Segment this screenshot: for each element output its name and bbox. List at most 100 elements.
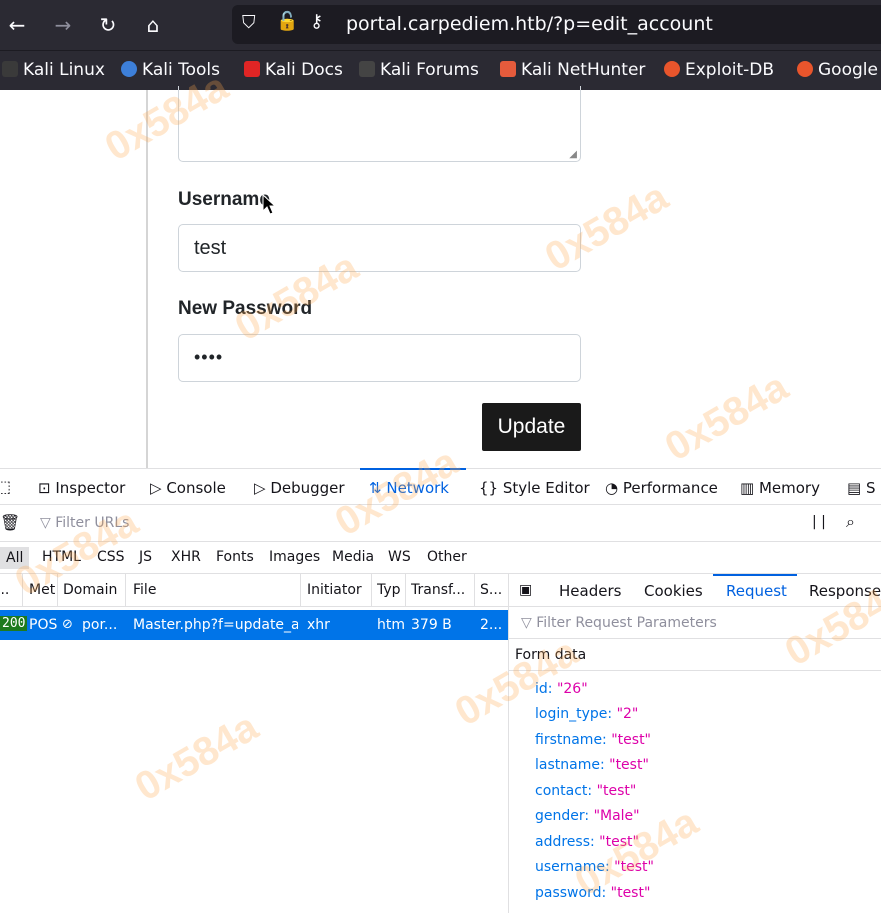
request-transferred: 379 B [411,617,452,633]
tracking-icon: ⊘ [62,617,73,632]
tab-request[interactable]: Request [726,582,787,600]
tab-console[interactable]: ▷ Console [150,479,226,497]
column-divider [22,574,23,607]
tab-cookies[interactable]: Cookies [644,582,703,600]
param-row: address: "test" [535,834,639,850]
type-js[interactable]: JS [139,549,152,565]
tab-debugger[interactable]: ▷ Debugger [254,479,345,497]
back-icon[interactable]: ← [2,10,32,40]
network-tab-indicator [360,468,466,470]
request-type: html [377,617,404,633]
col-status[interactable]: ... [0,582,22,598]
column-divider [405,574,406,607]
type-xhr[interactable]: XHR [171,549,201,565]
col-initiator[interactable]: Initiator [307,582,367,598]
tab-response[interactable]: Response [809,582,881,600]
tab-performance[interactable]: ◔ Performance [605,479,718,497]
request-params-filter[interactable]: ▽ Filter Request Parameters [509,607,881,639]
type-all[interactable]: All [0,547,30,569]
debugger-icon: ▷ [254,479,271,497]
type-other[interactable]: Other [427,549,467,565]
request-details-panel: ▣ Headers Cookies Request Response ▽ Fil… [508,574,881,913]
type-fonts[interactable]: Fonts [216,549,254,565]
filter-funnel-icon: ▽ [40,515,56,531]
param-row: lastname: "test" [535,757,649,773]
browser-toolbar: ← → ↻ ⌂ ⛉ 🔓 ⚷ portal.carpediem.htb/?p=ed… [0,0,881,50]
request-file: Master.php?f=update_acco [133,617,298,633]
inspector-icon: ⊡ [38,479,56,497]
bookmark-google[interactable]: Google [797,60,878,80]
col-file[interactable]: File [133,582,293,598]
param-row: login_type: "2" [535,706,639,722]
devtools-tabbar: ⬚ ⊡ Inspector ▷ Console ▷ Debugger ⇅ Net… [0,468,881,505]
mouse-cursor-icon [262,194,277,215]
address-textarea[interactable]: ◢ [178,86,581,162]
col-domain[interactable]: Domain [63,582,123,598]
type-css[interactable]: CSS [97,549,125,565]
password-label: New Password [178,298,313,319]
nethunter-icon [500,61,516,77]
password-input[interactable]: •••• [178,334,581,382]
kali-tools-icon [121,61,137,77]
reload-icon[interactable]: ↻ [93,10,123,40]
request-size: 2... [480,617,503,633]
bookmark-kali-forums[interactable]: Kali Forums [359,60,479,80]
toggle-panel-icon[interactable]: ▣ [519,582,532,598]
pick-element-icon[interactable]: ⬚ [0,477,11,496]
kali-icon [2,61,18,77]
bookmark-kali-linux[interactable]: Kali Linux [2,60,105,80]
tab-style-editor[interactable]: {} Style Editor [479,479,590,497]
memory-icon: ▥ [740,479,759,497]
key-icon[interactable]: ⚷ [310,11,323,32]
filter-funnel-icon: ▽ [521,615,537,631]
kali-forums-icon [359,61,375,77]
forward-icon[interactable]: → [48,10,78,40]
exploit-db-icon [664,61,680,77]
param-row: contact: "test" [535,783,637,799]
home-icon[interactable]: ⌂ [138,10,168,40]
bookmark-kali-nethunter[interactable]: Kali NetHunter [500,60,645,80]
console-icon: ▷ [150,479,167,497]
bookmark-kali-tools[interactable]: Kali Tools [121,60,220,80]
param-row: firstname: "test" [535,732,651,748]
tab-memory[interactable]: ▥ Memory [740,479,820,497]
col-size[interactable]: S... [480,582,506,598]
search-icon[interactable]: ⌕ [846,512,855,532]
storage-icon: ▤ [847,479,866,497]
column-divider [371,574,372,607]
username-input[interactable]: test [178,224,581,272]
resize-handle-icon[interactable]: ◢ [569,149,577,160]
network-filter-bar: 🗑 ▽ Filter URLs | | ⌕ [0,505,881,542]
devtools-panel: ⬚ ⊡ Inspector ▷ Console ▷ Debugger ⇅ Net… [0,468,881,913]
url-bar[interactable]: ⛉ 🔓 ⚷ portal.carpediem.htb/?p=edit_accou… [232,5,881,44]
column-divider [300,574,301,607]
form-data-heading[interactable]: Form data [509,639,881,671]
url-text[interactable]: portal.carpediem.htb/?p=edit_account [346,13,713,35]
tab-headers[interactable]: Headers [559,582,621,600]
pause-icon[interactable]: | | [812,514,826,530]
type-images[interactable]: Images [269,549,320,565]
filter-input[interactable]: ▽ Filter URLs [40,515,129,531]
column-divider [474,574,475,607]
insecure-lock-icon[interactable]: 🔓 [276,11,298,32]
col-transferred[interactable]: Transf... [411,582,471,598]
google-icon [797,61,813,77]
tab-inspector[interactable]: ⊡ Inspector [38,479,125,497]
bookmark-kali-docs[interactable]: Kali Docs [244,60,343,80]
sidebar-divider [146,90,148,468]
param-row: gender: "Male" [535,808,640,824]
type-media[interactable]: Media [332,549,374,565]
tab-network[interactable]: ⇅ Network [369,479,449,497]
request-initiator: xhr [307,617,330,633]
shield-icon[interactable]: ⛉ [242,12,256,33]
type-html[interactable]: HTML [42,549,81,565]
update-button[interactable]: Update [482,403,581,451]
trash-icon[interactable]: 🗑 [0,513,20,532]
col-type[interactable]: Typ [377,582,405,598]
tab-storage[interactable]: ▤ S [847,479,875,497]
col-method[interactable]: Met [29,582,57,598]
bookmark-exploit-db[interactable]: Exploit-DB [664,60,774,80]
request-table-header: ... Met Domain File Initiator Typ Transf… [0,574,508,607]
type-ws[interactable]: WS [388,549,411,565]
table-row[interactable]: 200 POS ⊘ por... Master.php?f=update_acc… [0,610,508,640]
